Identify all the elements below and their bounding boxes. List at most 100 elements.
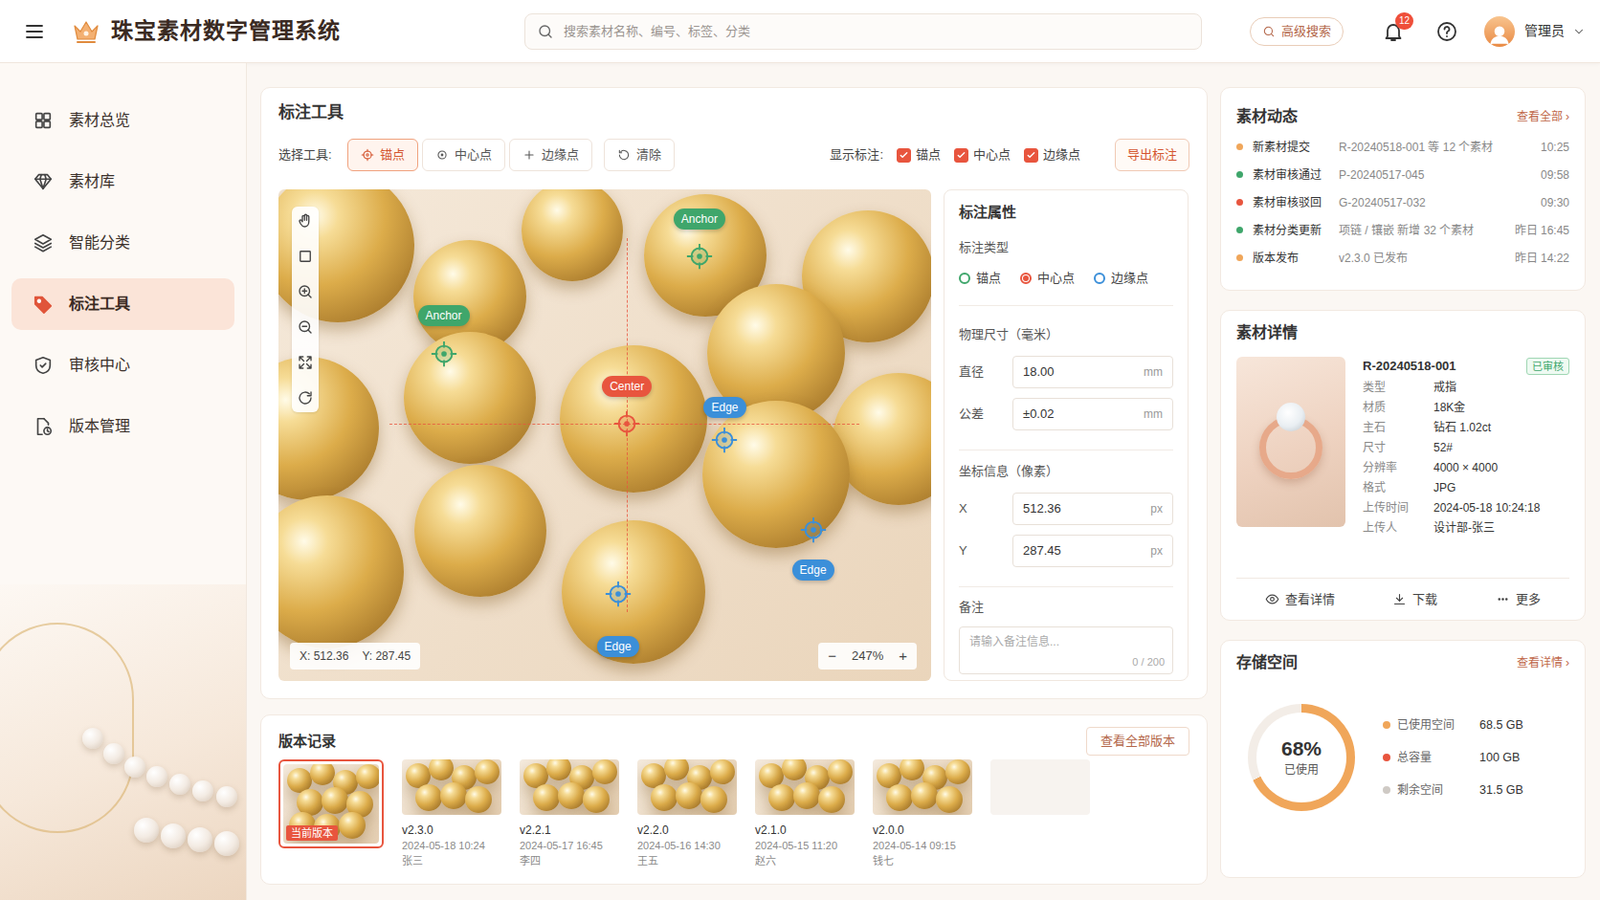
tool-button[interactable]: 边缘点 <box>509 138 593 172</box>
version-card[interactable]: v2.3.02024-05-18 10:24张三 <box>401 759 502 869</box>
display-toggle[interactable]: 中心点 <box>954 145 1011 165</box>
property-input[interactable]: 287.45px <box>1012 534 1174 568</box>
asset-id: R-20240518-001 <box>1362 356 1457 377</box>
gold-bead <box>546 759 572 781</box>
detail-field: 类型戒指 <box>1362 377 1570 398</box>
version-card[interactable]: v2.1.02024-05-15 11:20赵六 <box>755 759 855 869</box>
field-label: 格式 <box>1362 479 1434 497</box>
type-radio[interactable]: 锚点 <box>958 268 1001 289</box>
advanced-search-button[interactable]: 高级搜索 <box>1249 17 1344 46</box>
detail-action[interactable]: 下载 <box>1392 590 1438 610</box>
checkbox[interactable] <box>1023 148 1039 163</box>
version-thumb[interactable]: 当前版本 <box>278 759 384 849</box>
anchor-marker[interactable] <box>685 242 714 271</box>
activity-row[interactable]: 版本发布v2.3.0 已发布昨日 14:22 <box>1236 244 1570 272</box>
edge-marker[interactable] <box>603 579 633 609</box>
display-toggle[interactable]: 边缘点 <box>1023 145 1081 165</box>
center-marker[interactable] <box>612 409 642 439</box>
version-card[interactable]: v2.0.02024-05-14 09:15钱七 <box>872 759 973 869</box>
search-input[interactable] <box>563 22 1190 42</box>
tool-button[interactable]: 中心点 <box>422 138 506 172</box>
property-input[interactable]: 18.00mm <box>1012 355 1174 389</box>
activity-row[interactable]: 新素材提交R-20240518-001 等 12 个素材10:25 <box>1236 133 1570 161</box>
edge-marker[interactable] <box>799 515 828 545</box>
gold-bead <box>582 786 610 814</box>
anchor-marker[interactable] <box>429 339 459 369</box>
radio-ring[interactable] <box>958 272 971 285</box>
property-input[interactable]: 512.36px <box>1012 492 1174 526</box>
detail-card: 素材详情R-20240518-001已审核类型戒指材质18K金主石钻石 1.02… <box>1220 310 1586 622</box>
gold-bead <box>945 759 971 785</box>
marker-label[interactable]: Anchor <box>673 208 726 230</box>
canvas-tool[interactable] <box>296 318 314 336</box>
notification-button[interactable]: 12 <box>1381 20 1405 44</box>
radio-ring[interactable] <box>1020 272 1032 285</box>
zoom-out-button[interactable]: − <box>827 645 837 668</box>
select-box-icon <box>296 247 314 266</box>
canvas-tool[interactable] <box>296 247 314 266</box>
marker-label[interactable]: Edge <box>597 636 640 658</box>
help-button[interactable] <box>1435 20 1459 44</box>
sidebar-label: 标注工具 <box>68 292 131 316</box>
view-all-link[interactable]: 查看全部 › <box>1516 108 1570 126</box>
legend-row: 剩余空间31.5 GB <box>1382 774 1524 807</box>
gold-bead <box>702 400 850 549</box>
canvas-tool[interactable] <box>296 212 314 230</box>
clear-icon <box>617 148 631 162</box>
activity-row[interactable]: 素材分类更新项链 / 镶嵌 新增 32 个素材昨日 16:45 <box>1236 216 1570 245</box>
view-details-link[interactable]: 查看详情 › <box>1516 654 1570 672</box>
export-button[interactable]: 导出标注 <box>1114 138 1190 172</box>
user-menu[interactable]: 管理员 <box>1484 16 1586 47</box>
canvas-tool[interactable] <box>296 283 314 301</box>
marker-label[interactable]: Anchor <box>418 305 470 327</box>
activity-row[interactable]: 素材审核驳回G-20240517-03209:30 <box>1236 188 1570 217</box>
display-toggle[interactable]: 锚点 <box>896 145 941 165</box>
activity-row[interactable]: 素材审核通过P-20240517-04509:58 <box>1236 160 1570 189</box>
activity-detail: P-20240517-045 <box>1338 166 1535 184</box>
sidebar-item[interactable]: 标注工具 <box>11 278 235 331</box>
sidebar-item[interactable]: 智能分类 <box>11 217 235 269</box>
gold-bead <box>650 784 678 812</box>
sidebar-item[interactable]: 素材库 <box>11 155 235 208</box>
type-radio[interactable]: 中心点 <box>1020 268 1075 289</box>
marker-label[interactable]: Edge <box>792 559 835 581</box>
version-image <box>755 759 855 816</box>
marker-label[interactable]: Edge <box>703 397 746 419</box>
property-label: 公差 <box>958 404 1013 424</box>
legend-value: 68.5 GB <box>1479 716 1524 735</box>
version-placeholder <box>990 759 1090 816</box>
pearl <box>216 786 238 808</box>
detail-action[interactable]: 更多 <box>1495 590 1541 610</box>
marker-label-text: Edge <box>604 638 632 656</box>
version-card[interactable]: v2.2.02024-05-16 14:30王五 <box>637 759 737 869</box>
checkbox[interactable] <box>896 148 912 163</box>
zoom-in-button[interactable]: + <box>898 645 908 668</box>
annotation-canvas[interactable]: AnchorAnchorCenterEdgeEdgeEdgeX: 512.36Y… <box>278 189 932 682</box>
avatar <box>1484 16 1515 47</box>
edge-marker[interactable] <box>710 425 739 455</box>
zoom-control: −247%+ <box>818 643 917 670</box>
type-radio[interactable]: 边缘点 <box>1093 268 1149 289</box>
tool-button[interactable]: 清除 <box>603 138 675 172</box>
menu-button[interactable] <box>22 20 46 44</box>
canvas-tool[interactable] <box>296 354 314 372</box>
version-card[interactable]: v2.2.12024-05-17 16:45李四 <box>519 759 620 869</box>
status-dot <box>1236 254 1244 262</box>
detail-action[interactable]: 查看详情 <box>1265 590 1335 610</box>
sidebar-item[interactable]: 版本管理 <box>11 400 235 453</box>
radio-ring[interactable] <box>1093 272 1106 285</box>
menu-icon <box>22 20 46 44</box>
activity-label: 新素材提交 <box>1252 138 1339 156</box>
status-badge: 已审核 <box>1526 357 1570 376</box>
tool-button[interactable]: 锚点 <box>347 138 419 172</box>
sidebar-item[interactable]: 审核中心 <box>11 339 235 392</box>
sidebar-item[interactable]: 素材总览 <box>11 94 235 147</box>
gold-bead <box>557 782 585 810</box>
checkbox[interactable] <box>954 148 969 163</box>
marker-label[interactable]: Center <box>601 376 652 398</box>
canvas-tool[interactable] <box>296 389 314 407</box>
note-input[interactable] <box>959 627 1173 657</box>
zoom-in-icon <box>296 283 314 301</box>
property-input[interactable]: ±0.02mm <box>1012 398 1174 431</box>
view-all-versions-button[interactable]: 查看全部版本 <box>1086 727 1190 756</box>
